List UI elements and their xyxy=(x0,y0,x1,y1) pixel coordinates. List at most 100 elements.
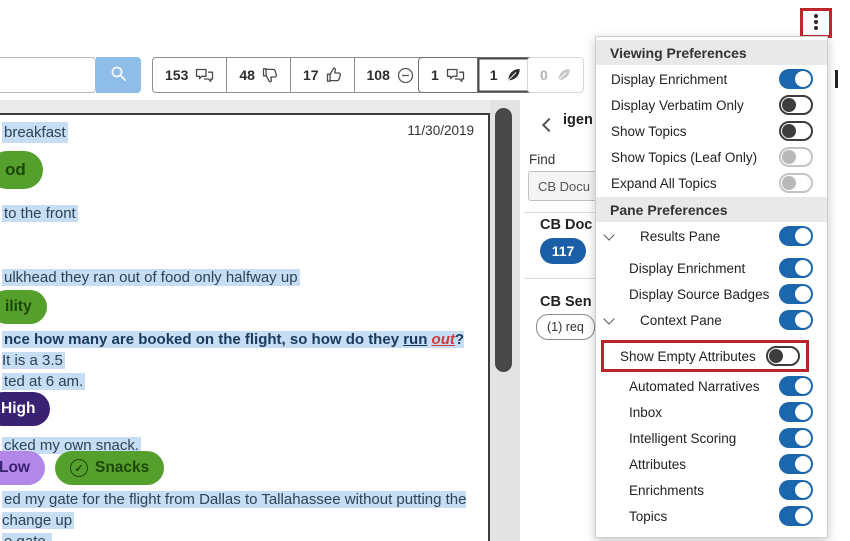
menu-item-label: Show Empty Attributes xyxy=(620,348,756,364)
menu-item-display-verbatim-only[interactable]: Display Verbatim Only xyxy=(596,92,827,118)
highlighted-sentence: e gate. xyxy=(2,533,52,541)
mention-counts-segment[interactable]: 1 xyxy=(478,58,533,92)
toggle-on[interactable] xyxy=(779,506,813,526)
count-value: 48 xyxy=(239,67,255,83)
toggle-on[interactable] xyxy=(779,376,813,396)
menu-section-pane-preferences: Pane Preferences xyxy=(596,197,827,222)
feather-dark-icon xyxy=(505,67,521,83)
menu-item-label: Display Enrichment xyxy=(611,71,728,87)
sentiment-counts-segment[interactable]: 17 xyxy=(291,58,355,92)
required-filter-chip[interactable]: (1) req xyxy=(536,314,595,340)
menu-item-intelligent-scoring[interactable]: Intelligent Scoring xyxy=(596,425,827,451)
menu-item-label: Automated Narratives xyxy=(629,378,760,394)
document-line: nce how many are booked on the flight, s… xyxy=(2,329,474,371)
menu-item-label: Display Verbatim Only xyxy=(611,97,744,113)
toggle-on[interactable] xyxy=(779,226,813,246)
badge-line: High xyxy=(0,392,474,426)
feather-light-icon xyxy=(555,67,571,83)
mention-counts-segment[interactable]: 1 xyxy=(419,58,478,92)
sentiment-counts-segment[interactable]: 48 xyxy=(227,58,291,92)
badge-label: od xyxy=(5,160,26,179)
sentiment-counts-segment[interactable]: 153 xyxy=(153,58,228,92)
toggle-on[interactable] xyxy=(779,402,813,422)
document-pane: breakfast 11/30/2019 od to the front ulkhead… xyxy=(0,100,520,541)
toggle-off[interactable] xyxy=(779,121,813,141)
menu-item-automated-narratives[interactable]: Automated Narratives xyxy=(596,373,827,399)
menu-item-show-empty-attributes[interactable]: Show Empty Attributes xyxy=(596,339,827,373)
count-value: 108 xyxy=(366,67,390,83)
highlighted-sentence: nce how many are booked on the flight, s… xyxy=(2,331,465,369)
menu-item-expand-all-topics[interactable]: Expand All Topics xyxy=(596,170,827,196)
document-card: breakfast 11/30/2019 od to the front ulkhead… xyxy=(0,113,490,541)
kebab-menu-button[interactable] xyxy=(800,8,832,38)
badge-label: Snacks xyxy=(95,459,150,476)
highlighted-sentence: breakfast xyxy=(2,122,68,143)
menu-item-inbox[interactable]: Inbox xyxy=(596,399,827,425)
collapse-panel-button[interactable] xyxy=(541,117,557,135)
toggle-on[interactable] xyxy=(779,69,813,89)
minus-circle-icon xyxy=(397,67,414,84)
topic-badge-low[interactable]: Low xyxy=(0,451,45,485)
menu-item-label: Inbox xyxy=(629,404,663,420)
thumbs-down-icon xyxy=(262,67,278,83)
badge-line: ility xyxy=(0,290,474,324)
menu-item-display-enrichment[interactable]: Display Enrichment xyxy=(596,66,827,92)
sentiment-counts: 153 48 17 108 xyxy=(152,57,427,93)
toggle-off[interactable] xyxy=(779,95,813,115)
chevron-down-icon xyxy=(603,228,615,241)
toggle-off[interactable] xyxy=(765,346,800,366)
hidden-control-edge xyxy=(835,70,838,88)
topic-badge-ility[interactable]: ility xyxy=(0,290,47,324)
chat-bubbles-icon xyxy=(446,68,465,83)
red-annotation-box: Show Empty Attributes xyxy=(601,340,809,372)
menu-item-display-source-badges[interactable]: Display Source Badges xyxy=(596,281,827,307)
chevron-left-icon xyxy=(541,117,557,133)
badge-label: ility xyxy=(5,298,32,315)
sentence-segment: out xyxy=(431,331,455,348)
menu-item-attributes[interactable]: Attributes xyxy=(596,451,827,477)
scrollbar-thumb[interactable] xyxy=(495,108,512,372)
document-line: ted at 6 am. xyxy=(2,371,474,392)
toggle-on[interactable] xyxy=(779,310,813,330)
topic-badge-od[interactable]: od xyxy=(0,151,43,189)
search-input[interactable] xyxy=(0,57,96,93)
menu-item-topics[interactable]: Topics xyxy=(596,503,827,529)
highlighted-sentence: ulkhead they ran out of food only halfwa… xyxy=(2,269,300,286)
menu-item-label: Expand All Topics xyxy=(611,175,717,191)
highlighted-sentence: to the front xyxy=(2,205,78,222)
toggle-on[interactable] xyxy=(779,480,813,500)
document-date: 11/30/2019 xyxy=(407,123,474,138)
topic-badge-snacks[interactable]: ✓ Snacks xyxy=(55,451,165,485)
find-label: Find xyxy=(529,152,556,167)
toggle-on[interactable] xyxy=(779,284,813,304)
topic-badge-high[interactable]: High xyxy=(0,392,51,426)
menu-item-label: Enrichments xyxy=(629,482,705,498)
sentiment-counts-segment[interactable]: 108 xyxy=(355,58,426,92)
menu-item-label: Context Pane xyxy=(640,312,722,328)
menu-item-enrichments[interactable]: Enrichments xyxy=(596,477,827,503)
menu-item-label: Results Pane xyxy=(640,228,721,244)
menu-item-display-enrichment[interactable]: Display Enrichment xyxy=(596,255,827,281)
menu-item-label: Intelligent Scoring xyxy=(629,430,737,446)
menu-item-label: Show Topics xyxy=(611,123,687,139)
chat-bubbles-icon xyxy=(195,68,214,83)
document-first-line: breakfast 11/30/2019 xyxy=(2,122,474,143)
badge-label: Low xyxy=(0,459,30,476)
count-value: 17 xyxy=(302,67,319,83)
toggle-off-disabled xyxy=(779,173,813,193)
scrollbar-track[interactable] xyxy=(490,100,520,541)
document-line: ed my gate for the flight from Dallas to… xyxy=(2,489,474,531)
effort-count-segment: 0 xyxy=(528,58,583,92)
chevron-down-icon xyxy=(603,312,615,325)
menu-item-results-pane[interactable]: Results Pane xyxy=(596,223,827,249)
toggle-on[interactable] xyxy=(779,454,813,474)
document-count-badge: 117 xyxy=(540,238,586,264)
toggle-on[interactable] xyxy=(779,258,813,278)
menu-item-label: Display Enrichment xyxy=(629,260,746,276)
menu-item-show-topics-leaf-only[interactable]: Show Topics (Leaf Only) xyxy=(596,144,827,170)
menu-item-show-topics[interactable]: Show Topics xyxy=(596,118,827,144)
menu-item-context-pane[interactable]: Context Pane xyxy=(596,307,827,333)
document-line: ulkhead they ran out of food only halfwa… xyxy=(2,267,474,288)
toggle-on[interactable] xyxy=(779,428,813,448)
search-button[interactable] xyxy=(96,57,141,93)
